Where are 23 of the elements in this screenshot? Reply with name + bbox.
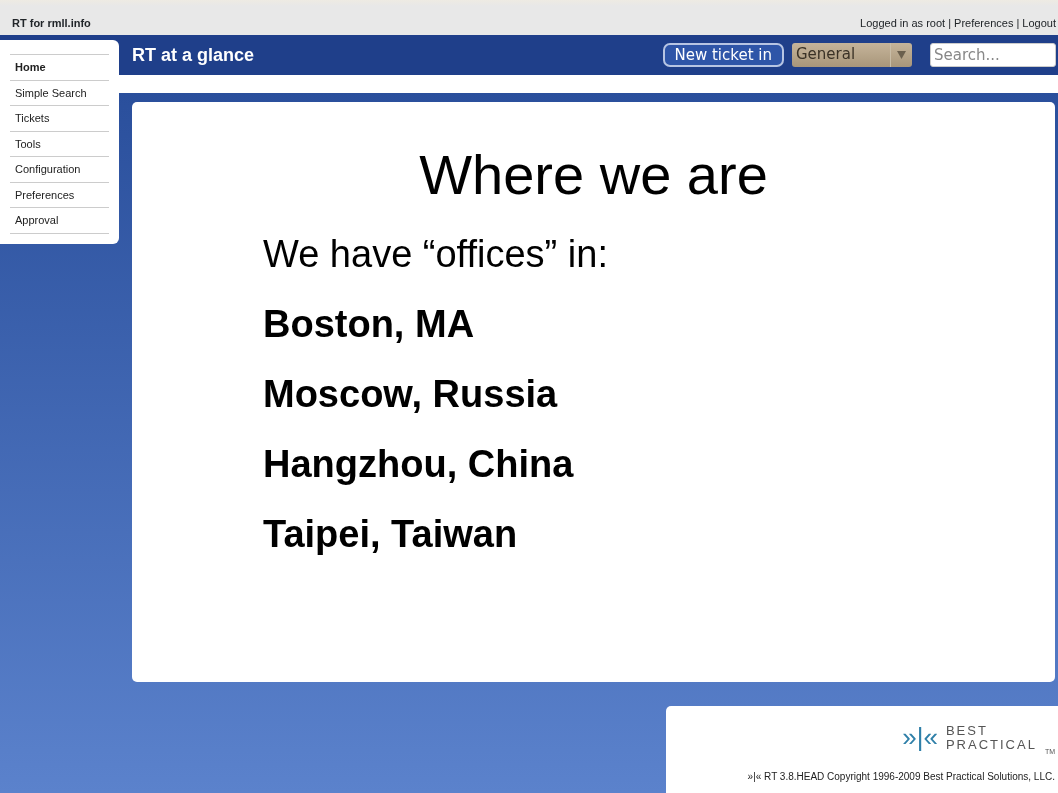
logo-text: PRACTICAL (945, 737, 1037, 752)
logo-mark: »|« (902, 721, 938, 754)
copyright-text: »|« RT 3.8.HEAD Copyright 1996-2009 Best Practical Solutions, LLC. (746, 770, 1055, 784)
sidebar-item[interactable]: Tools (10, 130, 109, 156)
logo-text: BEST (945, 723, 989, 738)
slide-line: Boston, MA (263, 301, 476, 347)
site-title: RT for rmll.info (12, 15, 91, 31)
new-ticket-button[interactable]: New ticket in (662, 43, 784, 67)
slide-line: We have “offices” in: (263, 231, 609, 277)
slide-title: Where we are (418, 142, 769, 206)
slide-line: Hangzhou, China (263, 441, 575, 487)
search-field[interactable]: Search... (930, 43, 1056, 67)
user-links: Logged in as root | Preferences | Logout (860, 15, 1056, 31)
sidebar-item[interactable]: Configuration (10, 156, 109, 182)
sidebar-item[interactable]: Simple Search (10, 79, 109, 105)
sidebar-item[interactable]: Preferences (10, 181, 109, 207)
sidebar-item[interactable]: Approval (10, 207, 109, 234)
slide-line: Moscow, Russia (263, 371, 559, 417)
queue-select[interactable]: General (792, 43, 912, 67)
sidebar-item[interactable]: Home (10, 54, 109, 80)
page-title: RT at a glance (132, 43, 255, 67)
sidebar-item[interactable]: Tickets (10, 105, 109, 131)
slide-line: Taipei, Taiwan (263, 511, 519, 557)
